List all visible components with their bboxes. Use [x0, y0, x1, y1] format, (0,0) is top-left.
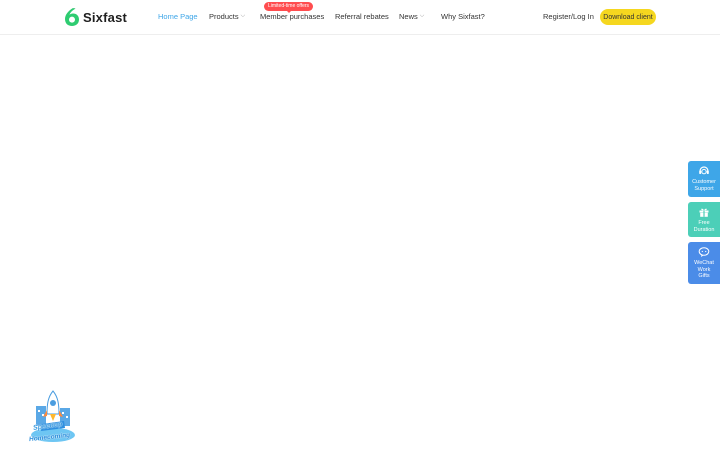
headset-icon [699, 166, 709, 175]
nav-referral-rebates[interactable]: Referral rebates [335, 12, 389, 21]
side-label: Free Duration [693, 220, 715, 233]
download-client-button[interactable]: Download client [600, 9, 656, 25]
sixfast-logo-icon [65, 8, 79, 26]
nav-member-purchases[interactable]: Member purchases [260, 12, 324, 21]
chat-bubble-icon [698, 247, 710, 257]
nav-label: Member purchases [260, 12, 325, 21]
gift-icon [699, 208, 709, 217]
nav-home-page[interactable]: Home Page [158, 12, 198, 21]
nav-label: Why Sixfast? [441, 12, 485, 21]
chevron-down-icon: ⌵ [419, 13, 425, 19]
nav-label: News [399, 12, 418, 21]
wechat-work-gifts-button[interactable]: WeChat Work Gifts [688, 242, 720, 284]
limited-offer-badge: Limited-time offers [264, 2, 314, 13]
nav-products[interactable]: Products ⌵ [209, 12, 245, 21]
nav-news[interactable]: News ⌵ [399, 12, 424, 21]
side-label: WeChat Work Gifts [694, 260, 714, 279]
nav-why-sixfast[interactable]: Why Sixfast? [441, 12, 485, 21]
free-duration-button[interactable]: Free Duration [688, 202, 720, 237]
top-navigation-bar: Sixfast Home Page Products ⌵ Limited-tim… [0, 0, 720, 35]
side-label: Customer Support [692, 179, 716, 192]
nav-label: Products [209, 12, 239, 21]
nav-label: Home Page [158, 12, 198, 21]
speedup-homecoming-promo[interactable]: Speedup Homecoming [28, 388, 78, 446]
chevron-down-icon: ⌵ [240, 13, 246, 19]
nav-label: Referral rebates [335, 12, 389, 21]
register-login-link[interactable]: Register/Log In [543, 12, 594, 21]
customer-support-button[interactable]: Customer Support [688, 161, 720, 197]
logo-text: Sixfast [83, 9, 128, 25]
logo[interactable]: Sixfast [64, 7, 127, 27]
download-label: Download client [603, 13, 653, 21]
